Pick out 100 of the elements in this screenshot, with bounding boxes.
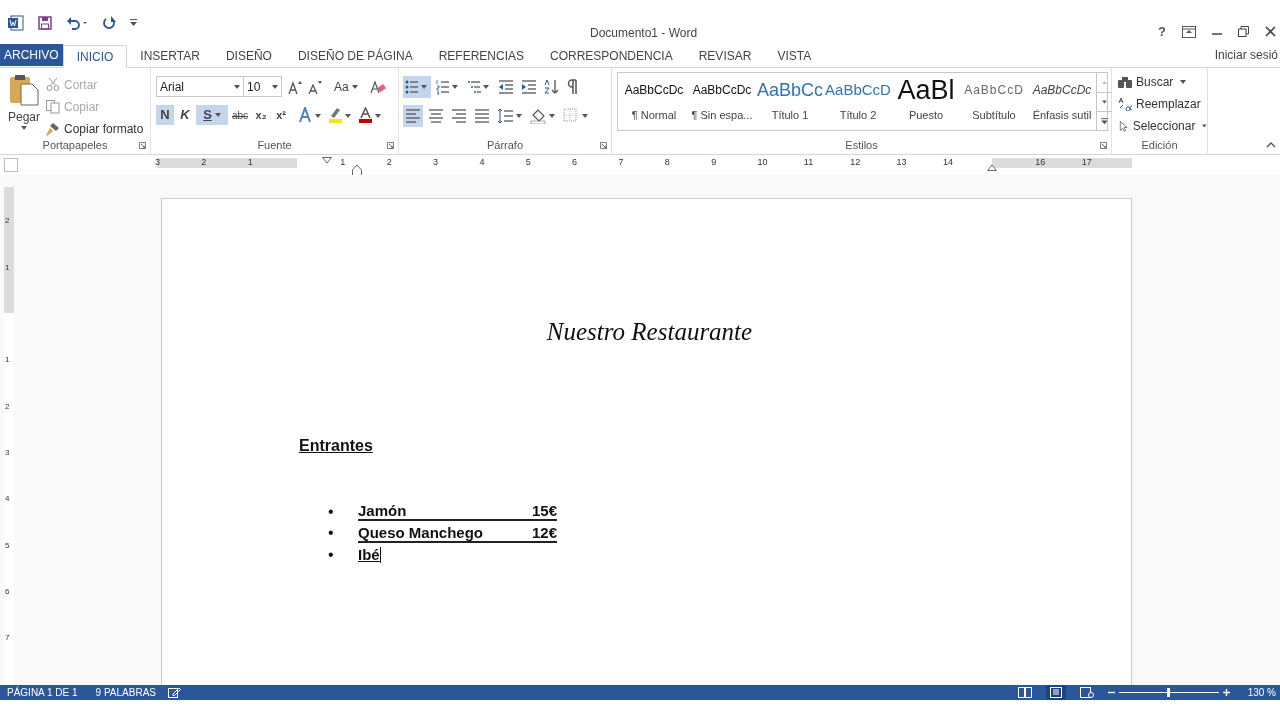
align-right-icon (451, 108, 467, 124)
restore-icon[interactable] (1238, 26, 1249, 38)
style-preview: AaBbCcDc (692, 82, 752, 99)
style-item[interactable]: AaBbCcDc ¶ Normal (620, 73, 688, 130)
ribbon-tab[interactable]: REVISAR (685, 44, 765, 67)
brush-icon (46, 121, 60, 136)
align-center-icon (428, 108, 444, 124)
clipboard-icon (9, 74, 39, 106)
dialog-launcher-icon[interactable] (1100, 142, 1107, 149)
hanging-indent-icon[interactable] (352, 164, 362, 176)
zoom-in-icon[interactable] (1222, 689, 1230, 696)
format-button[interactable]: S (196, 105, 228, 125)
print-layout-button[interactable] (1045, 685, 1066, 700)
style-name: Puesto (908, 108, 944, 123)
bullet: • (328, 502, 334, 520)
change-case-button[interactable]: Aa (334, 77, 358, 96)
redo-icon[interactable] (102, 16, 116, 30)
page-count[interactable]: PÁGINA 1 DE 1 (7, 685, 78, 700)
collapse-ribbon-icon[interactable] (1266, 142, 1276, 148)
editing-command[interactable]: Buscar (1118, 72, 1207, 91)
bullet: • (328, 545, 334, 563)
word-logo-icon[interactable] (8, 15, 24, 31)
style-item[interactable]: AaBbCcDc Énfasis sutil (1028, 73, 1096, 130)
save-icon[interactable] (38, 16, 52, 30)
shrink-font-icon[interactable] (308, 79, 322, 94)
font-color-icon[interactable] (358, 107, 383, 123)
format-button[interactable]: abc (230, 105, 251, 125)
grow-font-icon[interactable] (288, 79, 302, 94)
menu-item-name: Queso Manchego (358, 523, 484, 541)
multilevel-list-icon (467, 79, 491, 95)
format-button[interactable]: N (156, 105, 174, 125)
web-layout-icon[interactable] (1079, 687, 1094, 698)
paste-button[interactable]: Pegar (8, 74, 40, 140)
cursor-icon (1118, 118, 1129, 133)
undo-icon[interactable] (66, 16, 88, 30)
menu-item-name: Jamón (358, 502, 407, 520)
ruler-number: 6 (5, 586, 10, 599)
ribbon-tab[interactable]: VISTA (764, 44, 825, 67)
ribbon-tab[interactable]: INSERTAR (127, 44, 213, 67)
zoom-out-icon[interactable] (1107, 689, 1115, 696)
ruler-number: 14 (942, 156, 953, 169)
sign-in-link[interactable]: Iniciar sesió (1214, 46, 1278, 64)
ruler-number: 17 (1081, 156, 1092, 169)
caret-icon (234, 84, 240, 89)
ribbon-display-icon[interactable] (1182, 25, 1196, 38)
sort-icon (544, 79, 560, 95)
dialog-launcher-icon[interactable] (387, 142, 394, 149)
style-name: Subtítulo (972, 108, 1016, 123)
bullet-list-button[interactable] (403, 76, 431, 98)
caret-icon (272, 84, 278, 89)
style-item[interactable]: AaBbCcD Subtítulo (960, 73, 1028, 130)
dialog-launcher-icon[interactable] (600, 142, 607, 149)
font-size-field[interactable]: 10 (243, 76, 282, 97)
style-item[interactable]: AaBbCcD Título 2 (824, 73, 892, 130)
text-effects-icon[interactable] (298, 107, 323, 123)
highlight-icon[interactable] (328, 107, 353, 123)
align-left-icon (405, 108, 421, 124)
style-preview: AaBbCcDc (624, 82, 684, 99)
group-label: Portapapeles (42, 137, 108, 153)
style-item[interactable]: AaBbCc Título 1 (756, 73, 824, 130)
read-mode-icon[interactable] (1017, 687, 1032, 698)
editing-command[interactable]: Reemplazar (1118, 94, 1207, 113)
scissors-icon (46, 77, 60, 92)
ruler-number: 2 (5, 215, 10, 228)
proofing-icon[interactable] (168, 687, 181, 698)
help-button[interactable]: ? (1158, 22, 1166, 42)
format-button[interactable]: x² (272, 105, 291, 125)
clipboard-command[interactable]: Copiar formato (46, 119, 144, 138)
style-name: ¶ Sin espa... (691, 108, 753, 123)
ruler-number: 7 (618, 156, 624, 169)
first-line-indent-icon[interactable] (322, 157, 332, 164)
ribbon-tab[interactable]: DISEÑO DE PÁGINA (284, 44, 426, 67)
clipboard-command: Copiar (46, 97, 144, 116)
style-item[interactable]: AaBbCcDc ¶ Sin espa... (688, 73, 756, 130)
zoom-level[interactable]: 130 % (1247, 685, 1276, 700)
ribbon-tab[interactable]: REFERENCIAS (425, 44, 537, 67)
editing-command[interactable]: Seleccionar (1118, 116, 1207, 135)
ribbon-tab[interactable]: DISEÑO (212, 44, 285, 67)
right-indent-icon[interactable] (987, 164, 997, 171)
zoom-slider-thumb[interactable] (1167, 688, 1171, 697)
style-item[interactable]: AaBl Puesto (892, 73, 960, 130)
align-left-button[interactable] (403, 105, 423, 127)
close-icon[interactable] (1265, 26, 1276, 38)
ribbon-tab[interactable]: CORRESPONDENCIA (537, 44, 686, 67)
style-preview: AaBbCcD (825, 79, 891, 100)
dialog-launcher-icon[interactable] (139, 142, 146, 149)
file-tab[interactable]: ARCHIVO (0, 44, 63, 66)
clear-formatting-icon[interactable] (369, 79, 386, 94)
document-title: Nuestro Restaurante (546, 318, 753, 345)
group-label: Párrafo (486, 137, 524, 153)
ribbon-tab[interactable]: INICIO (62, 45, 128, 68)
font-name-field[interactable]: Arial (156, 76, 244, 97)
style-name: Énfasis sutil (1032, 108, 1092, 123)
ruler-number: 13 (896, 156, 907, 169)
customize-caret-icon[interactable] (130, 19, 137, 27)
format-button[interactable]: x₂ (252, 105, 271, 125)
format-button[interactable]: K (176, 105, 194, 125)
caret-icon (214, 113, 221, 117)
word-count[interactable]: 9 PALABRAS (95, 685, 156, 700)
ruler-number: 1 (340, 156, 346, 169)
